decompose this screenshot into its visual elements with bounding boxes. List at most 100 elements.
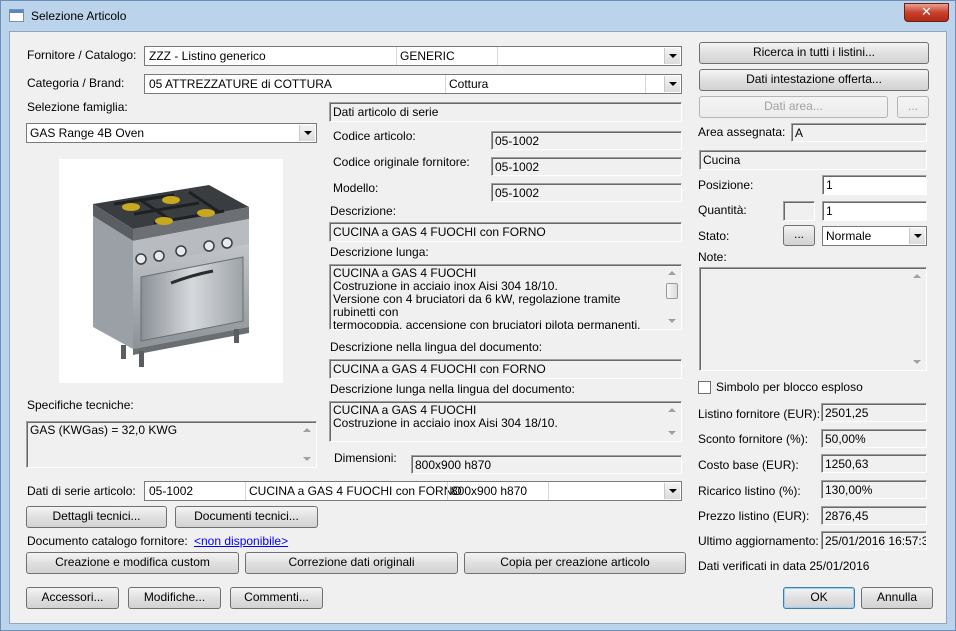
quantita-input[interactable]: 1: [822, 201, 927, 221]
ricarico-field[interactable]: 130,00%: [821, 480, 927, 499]
scroll-up-icon[interactable]: [668, 271, 676, 275]
product-image: [59, 159, 283, 383]
vertical-scrollbar[interactable]: [664, 403, 680, 440]
categoria-combo[interactable]: 05 ATTREZZATURE di COTTURA Cottura: [144, 74, 682, 94]
area-field[interactable]: A: [791, 123, 927, 142]
desc-lingua-field[interactable]: CUCINA a GAS 4 FUOCHI con FORNO: [329, 359, 682, 379]
accessori-button[interactable]: Accessori...: [26, 587, 119, 609]
dati-area-more-button[interactable]: ...: [897, 96, 929, 118]
commenti-button[interactable]: Commenti...: [230, 587, 323, 609]
fornitore-dropdown-button[interactable]: [664, 48, 680, 64]
title-bar[interactable]: Selezione Articolo ✕: [1, 1, 955, 31]
desc-lunga-lingua-label: Descrizione lunga nella lingua del docum…: [330, 382, 575, 396]
scroll-up-icon[interactable]: [668, 408, 676, 412]
scroll-down-icon[interactable]: [303, 457, 311, 461]
descrizione-label: Descrizione:: [330, 204, 397, 218]
vertical-scrollbar[interactable]: [299, 423, 315, 466]
dati-serie-label: Dati di serie articolo:: [27, 484, 136, 498]
dati-serie-dim: 800x900 h870: [451, 484, 528, 498]
documento-link[interactable]: <non disponibile>: [194, 534, 288, 548]
simbolo-checkbox[interactable]: [698, 381, 711, 394]
dimensioni-field[interactable]: 800x900 h870: [411, 455, 682, 474]
chevron-down-icon: [668, 54, 677, 58]
costo-field[interactable]: 1250,63: [821, 454, 927, 473]
desc-lunga-textbox[interactable]: CUCINA a GAS 4 FUOCHI Costruzione in acc…: [329, 264, 682, 330]
correzione-dati-button[interactable]: Correzione dati originali: [245, 552, 458, 574]
scroll-down-icon[interactable]: [668, 319, 676, 323]
scroll-up-icon[interactable]: [303, 428, 311, 432]
sconto-field[interactable]: 50,00%: [821, 429, 927, 448]
dati-serie-dropdown-button[interactable]: [664, 483, 680, 499]
note-label: Note:: [698, 250, 727, 264]
costo-label: Costo base (EUR):: [698, 458, 799, 472]
area-label: Area assegnata:: [698, 125, 786, 139]
dati-serie-combo[interactable]: 05-1002 CUCINA a GAS 4 FUOCHI con FORNO …: [144, 481, 682, 501]
area-name-field[interactable]: Cucina: [699, 150, 927, 170]
famiglia-combo[interactable]: GAS Range 4B Oven: [26, 123, 317, 143]
chevron-down-icon: [668, 82, 677, 86]
quantita-label: Quantità:: [698, 203, 747, 217]
ricerca-listini-button[interactable]: Ricerca in tutti i listini...: [699, 42, 929, 64]
combo-column-separator: [548, 482, 549, 500]
documenti-tecnici-button[interactable]: Documenti tecnici...: [175, 506, 318, 528]
stato-combo[interactable]: Normale: [822, 226, 927, 246]
dati-area-button[interactable]: Dati area...: [699, 96, 888, 118]
chevron-down-icon: [668, 489, 677, 493]
intestazione-offerta-button[interactable]: Dati intestazione offerta...: [699, 69, 929, 91]
creazione-custom-button[interactable]: Creazione e modifica custom: [26, 552, 239, 574]
desc-lunga-lingua-line: Costruzione in acciaio inox Aisi 304 18/…: [333, 416, 558, 430]
window-app-icon: [9, 9, 24, 22]
prezzo-field[interactable]: 2876,45: [821, 506, 927, 525]
modello-field[interactable]: 05-1002: [491, 183, 682, 202]
close-button[interactable]: ✕: [904, 3, 949, 22]
gas-range-image: [93, 185, 249, 367]
verificati-label: Dati verificati in data 25/01/2016: [698, 559, 870, 573]
fornitore-code: GENERIC: [400, 49, 455, 63]
codice-orig-label: Codice originale fornitore:: [333, 155, 470, 169]
fornitore-combo[interactable]: ZZZ - Listino generico GENERIC: [144, 46, 682, 66]
quantita-unit-field[interactable]: [783, 201, 815, 221]
combo-column-separator: [645, 75, 646, 93]
listino-field[interactable]: 2501,25: [821, 403, 927, 422]
stato-value: Normale: [826, 229, 872, 243]
scroll-thumb[interactable]: [666, 283, 678, 299]
ultimo-field[interactable]: 25/01/2016 16:57:30: [821, 531, 927, 550]
categoria-name: 05 ATTREZZATURE di COTTURA: [149, 77, 332, 91]
vertical-scrollbar[interactable]: [664, 266, 680, 328]
specifiche-value: GAS (KWGas) = 32,0 KWG: [30, 423, 178, 437]
famiglia-label: Selezione famiglia:: [27, 100, 128, 114]
modifiche-button[interactable]: Modifiche...: [128, 587, 221, 609]
posizione-label: Posizione:: [698, 178, 754, 192]
categoria-dropdown-button[interactable]: [664, 76, 680, 92]
desc-lunga-lingua-textbox[interactable]: CUCINA a GAS 4 FUOCHI Costruzione in acc…: [329, 401, 682, 442]
documento-label: Documento catalogo fornitore:: [27, 534, 188, 548]
stato-more-button[interactable]: ...: [783, 225, 815, 246]
specifiche-textbox[interactable]: GAS (KWGas) = 32,0 KWG: [26, 421, 317, 468]
note-textbox[interactable]: [699, 267, 927, 371]
annulla-button[interactable]: Annulla: [861, 587, 933, 609]
dimensioni-label: Dimensioni:: [334, 451, 397, 465]
codice-orig-field[interactable]: 05-1002: [491, 157, 682, 176]
scroll-up-icon[interactable]: [913, 274, 921, 278]
desc-lunga-line: Versione con 4 bruciatori da 6 kW, regol…: [333, 292, 621, 319]
dati-serie-descrizione: CUCINA a GAS 4 FUOCHI con FORNO: [249, 484, 462, 498]
ultimo-label: Ultimo aggiornamento:: [698, 534, 819, 548]
copia-articolo-button[interactable]: Copia per creazione articolo: [464, 552, 686, 574]
scroll-down-icon[interactable]: [668, 431, 676, 435]
stato-dropdown-button[interactable]: [909, 228, 925, 244]
descrizione-field[interactable]: CUCINA a GAS 4 FUOCHI con FORNO: [329, 222, 682, 242]
codice-field[interactable]: 05-1002: [491, 131, 682, 150]
vertical-scrollbar[interactable]: [909, 269, 925, 369]
ok-button[interactable]: OK: [783, 587, 855, 609]
desc-lingua-label: Descrizione nella lingua del documento:: [330, 340, 543, 354]
famiglia-value: GAS Range 4B Oven: [30, 126, 145, 140]
dettagli-tecnici-button[interactable]: Dettagli tecnici...: [26, 506, 167, 528]
scroll-down-icon[interactable]: [913, 360, 921, 364]
famiglia-dropdown-button[interactable]: [299, 125, 315, 141]
stato-label: Stato:: [698, 229, 730, 243]
desc-lunga-line: termocoppia, accensione con bruciatori p…: [333, 318, 641, 330]
combo-column-separator: [396, 47, 397, 65]
close-icon: ✕: [921, 5, 932, 20]
combo-column-separator: [445, 75, 446, 93]
posizione-input[interactable]: 1: [822, 175, 927, 195]
